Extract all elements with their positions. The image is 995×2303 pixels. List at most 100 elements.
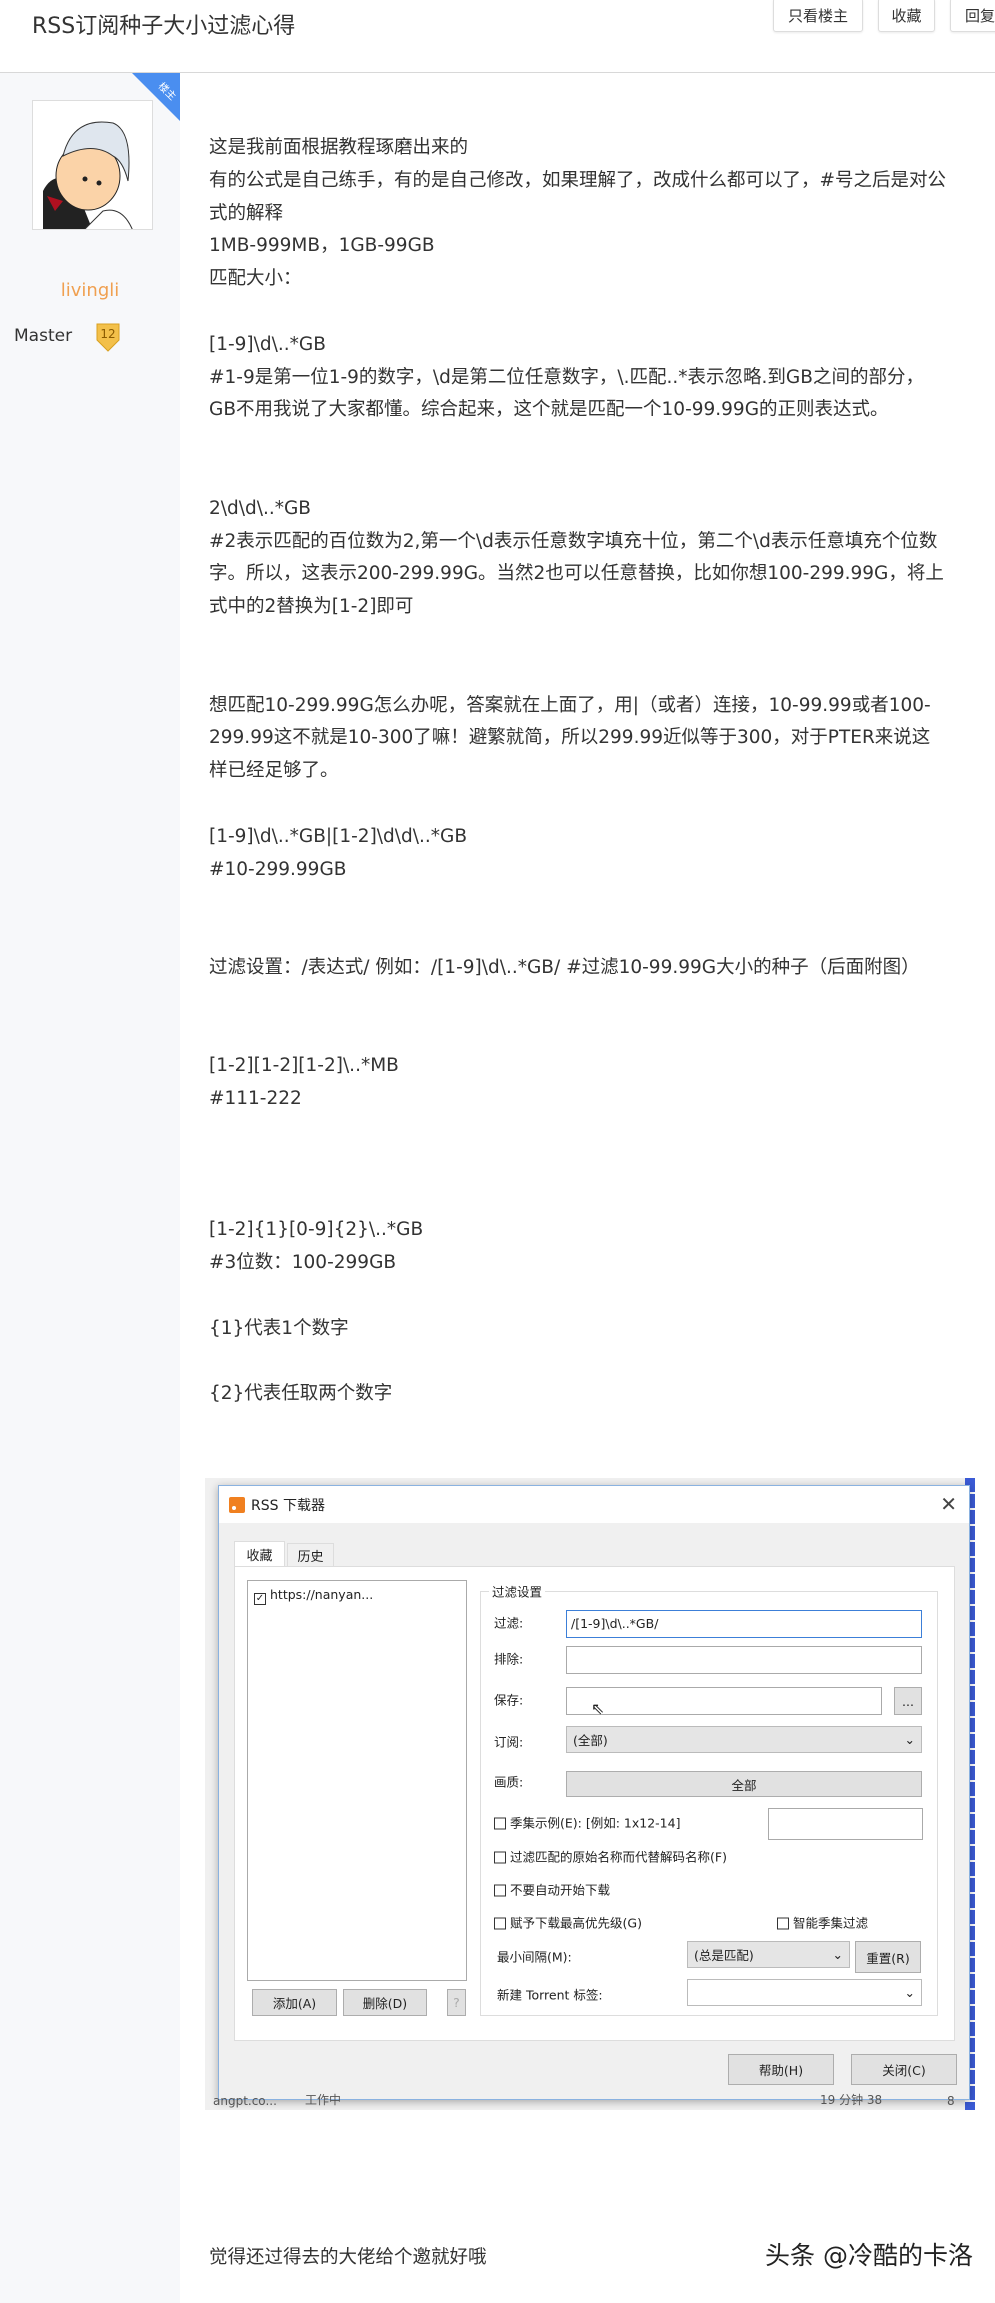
- min-interval-value: (总是匹配): [694, 1948, 754, 1963]
- smart-season-checkbox[interactable]: 智能季集过滤: [777, 1913, 868, 1932]
- post-line: #2表示匹配的百位数为2,第一个\d表示任意数字填充十位，第二个\d表示任意填充…: [209, 530, 938, 552]
- tab-history[interactable]: 历史: [287, 1543, 334, 1566]
- dialog-titlebar: RSS 下载器 ✕: [219, 1486, 969, 1523]
- avatar[interactable]: [32, 100, 153, 230]
- save-path-input[interactable]: [566, 1687, 882, 1715]
- post-line: GB不用我说了大家都懂。综合起来，这个就是匹配一个10-99.99G的正则表达式…: [209, 399, 889, 421]
- reset-button[interactable]: 重置(R): [855, 1941, 921, 1973]
- level-number: 12: [100, 327, 116, 341]
- rss-downloader-dialog: RSS 下载器 ✕ 收藏 历史 ✓ https://nanyan... 添加(A) …: [218, 1485, 970, 2100]
- post-line: [1-2]{1}[0-9]{2}\..*GB: [209, 1219, 424, 1241]
- close-button[interactable]: 关闭(C): [851, 2054, 957, 2085]
- post-line: 样已经足够了。: [209, 760, 339, 782]
- post-line: 式中的2替换为[1-2]即可: [209, 596, 414, 618]
- watermark: 头条 @冷酷的卡洛: [765, 2241, 973, 2270]
- post-line: #111-222: [209, 1088, 302, 1110]
- min-interval-select[interactable]: (总是匹配) ⌄: [687, 1941, 850, 1968]
- min-interval-label: 最小间隔(M):: [497, 1949, 572, 1965]
- add-button[interactable]: 添加(A): [252, 1989, 337, 2016]
- chevron-down-icon: ⌄: [832, 1947, 843, 1962]
- post-line: [1-2][1-2][1-2]\..*MB: [209, 1055, 399, 1077]
- bg-count-text: 8: [947, 2094, 955, 2108]
- filter-input[interactable]: /[1-9]\d\..*GB/: [566, 1610, 922, 1638]
- post-line: 2\d\d\..*GB: [209, 497, 311, 519]
- post-line: #1-9是第一位1-9的数字，\d是第二位任意数字，\.匹配..*表示忽略.到G…: [209, 366, 924, 388]
- avatar-image: [43, 121, 133, 229]
- favorite-button[interactable]: 收藏: [878, 0, 935, 32]
- subscription-label: 订阅:: [494, 1734, 524, 1750]
- author-sidebar: [0, 73, 180, 2303]
- author-name[interactable]: livingli: [0, 280, 180, 301]
- raw-name-checkbox[interactable]: 过滤匹配的原始名称而代替解码名称(F): [494, 1847, 727, 1866]
- bg-time-text: 19 分钟 38: [820, 2093, 883, 2107]
- dialog-title: RSS 下载器: [251, 1497, 325, 1514]
- post-line: 过滤设置：/表达式/ 例如：/[1-9]\d\..*GB/ #过滤10-99.9…: [209, 956, 920, 978]
- delete-button[interactable]: 删除(D): [343, 1989, 427, 2016]
- post-line: #10-299.99GB: [209, 858, 347, 880]
- tab-favorites[interactable]: 收藏: [234, 1541, 285, 1566]
- only-op-button[interactable]: 只看楼主: [773, 0, 863, 32]
- post-line: {1}代表1个数字: [209, 1317, 349, 1339]
- post-line: 有的公式是自己练手，有的是自己修改，如果理解了，改成什么都可以了，#号之后是对公: [209, 169, 947, 191]
- level-badge-icon: 12: [94, 322, 122, 352]
- reply-button[interactable]: 回复: [950, 0, 995, 32]
- save-label: 保存:: [494, 1692, 524, 1708]
- high-priority-checkbox[interactable]: 赋予下载最高优先级(G): [494, 1913, 642, 1932]
- season-example-input[interactable]: [768, 1808, 923, 1840]
- page-title: RSS订阅种子大小过滤心得: [32, 14, 296, 39]
- checkbox-checked-icon[interactable]: ✓: [254, 1593, 266, 1605]
- bg-status-text: 工作中: [305, 2093, 342, 2107]
- subscription-select[interactable]: (全部) ⌄: [566, 1726, 922, 1753]
- post-line: 这是我前面根据教程琢磨出来的: [209, 137, 469, 158]
- post-line: 字。所以，这表示200-299.99G。当然2也可以任意替换，比如你想100-2…: [209, 563, 944, 585]
- exclude-input[interactable]: [566, 1646, 922, 1674]
- subscription-value: (全部): [573, 1733, 608, 1748]
- op-badge-label: 楼主: [155, 80, 178, 103]
- season-example-label: 季集示例(E): [例如: 1x12-14]: [510, 1815, 681, 1831]
- rss-icon: [229, 1496, 245, 1513]
- raw-name-label: 过滤匹配的原始名称而代替解码名称(F): [510, 1849, 727, 1865]
- post-line: 匹配大小：: [209, 268, 302, 290]
- chevron-down-icon: ⌄: [904, 1732, 915, 1747]
- torrent-tag-select[interactable]: ⌄: [687, 1979, 922, 2006]
- exclude-label: 排除:: [494, 1651, 524, 1667]
- smart-season-label: 智能季集过滤: [793, 1915, 869, 1931]
- quality-label: 画质:: [494, 1774, 524, 1790]
- help-question-button[interactable]: ?: [447, 1989, 466, 2016]
- bg-site-text: angpt.co...: [213, 2094, 277, 2108]
- high-priority-label: 赋予下载最高优先级(G): [510, 1915, 642, 1931]
- filter-label: 过滤:: [494, 1615, 524, 1631]
- no-autostart-label: 不要自动开始下载: [510, 1882, 611, 1898]
- feed-item[interactable]: ✓ https://nanyan...: [254, 1587, 460, 1605]
- post-line: 1MB-999MB，1GB-99GB: [209, 235, 435, 257]
- post-line: 式的解释: [209, 202, 284, 224]
- season-example-checkbox[interactable]: 季集示例(E): [例如: 1x12-14]: [494, 1813, 680, 1832]
- browse-button[interactable]: ...: [894, 1687, 922, 1715]
- help-button[interactable]: 帮助(H): [728, 2054, 834, 2085]
- quality-button[interactable]: 全部: [566, 1771, 922, 1797]
- torrent-tag-label: 新建 Torrent 标签:: [497, 1987, 603, 2003]
- feed-url: https://nanyan...: [270, 1587, 374, 1602]
- no-autostart-checkbox[interactable]: 不要自动开始下载: [494, 1880, 610, 1899]
- author-rank: Master: [14, 326, 73, 346]
- attached-screenshot: RSS 下载器 ✕ 收藏 历史 ✓ https://nanyan... 添加(A) …: [205, 1478, 975, 2110]
- post-line: {2}代表任取两个数字: [209, 1383, 393, 1405]
- close-icon[interactable]: ✕: [940, 1492, 957, 1516]
- group-title: 过滤设置: [489, 1581, 546, 1601]
- post-line: [1-9]\d\..*GB|[1-2]\d\d\..*GB: [209, 825, 468, 847]
- post-line: 想匹配10-299.99G怎么办呢，答案就在上面了，用|（或者）连接，10-99…: [209, 694, 931, 716]
